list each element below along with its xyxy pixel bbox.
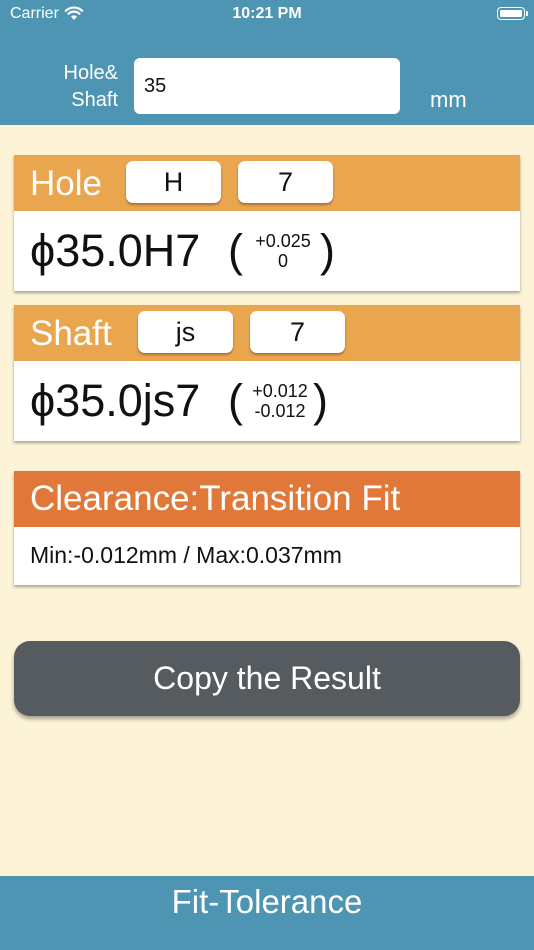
shaft-card: Shaft js 7 ϕ35.0js7 ( +0.012 -0.012 ) [14,305,520,441]
copy-result-button[interactable]: Copy the Result [14,641,520,716]
shaft-close-paren: ) [313,375,328,426]
shaft-upper-deviation: +0.012 [252,381,308,401]
hole-lower-deviation: 0 [277,251,288,271]
hole-letter-selector[interactable]: H [126,161,221,203]
shaft-designation: ϕ35.0js7 [30,375,201,426]
hole-title: Hole [30,164,102,203]
battery-icon [497,7,528,20]
footer-bar: Fit-Tolerance [0,876,534,950]
hole-deviations: +0.025 0 [248,231,318,271]
result-card: Clearance:Transition Fit Min:-0.012mm / … [14,471,520,585]
shaft-card-header: Shaft js 7 [14,305,520,361]
top-header: Carrier 10:21 PM Hole& Shaft mm [0,0,534,125]
hole-close-paren: ) [320,225,335,276]
shaft-grade-selector[interactable]: 7 [250,311,345,353]
shaft-deviations: +0.012 -0.012 [247,381,313,421]
size-input-label: Hole& Shaft [40,60,118,114]
hole-designation: ϕ35.0H7 [30,225,201,276]
hole-card: Hole H 7 ϕ35.0H7 ( +0.025 0 ) [14,155,520,291]
hole-card-body: ϕ35.0H7 ( +0.025 0 ) [14,211,520,291]
hole-card-header: Hole H 7 [14,155,520,211]
result-body: Min:-0.012mm / Max:0.037mm [14,527,520,585]
shaft-title: Shaft [30,314,112,353]
result-header: Clearance:Transition Fit [14,471,520,527]
size-input-label-line2: Shaft [71,89,118,111]
hole-open-paren: ( [228,225,243,276]
size-input[interactable] [134,58,400,114]
shaft-card-body: ϕ35.0js7 ( +0.012 -0.012 ) [14,361,520,441]
clearance-range-text: Min:-0.012mm / Max:0.037mm [30,542,342,568]
shaft-open-paren: ( [228,375,243,426]
status-bar: Carrier 10:21 PM [0,0,534,30]
unit-label: mm [430,87,467,112]
status-time: 10:21 PM [232,5,302,22]
app-title: Fit-Tolerance [171,883,363,920]
fit-type-title: Clearance:Transition Fit [30,479,401,518]
shaft-letter-selector[interactable]: js [138,311,233,353]
shaft-lower-deviation: -0.012 [254,401,306,421]
size-input-label-line1: Hole& [63,62,118,84]
hole-upper-deviation: +0.025 [255,231,311,251]
hole-grade-selector[interactable]: 7 [238,161,333,203]
